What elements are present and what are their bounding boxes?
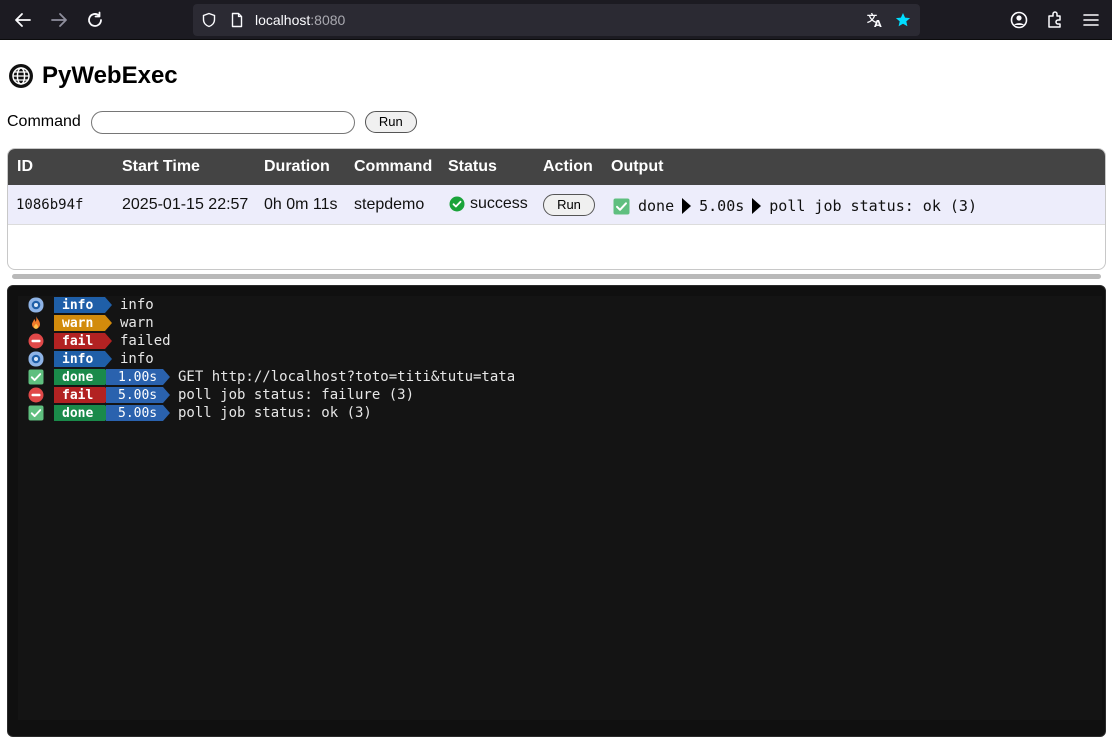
panel-resize-handle[interactable] — [12, 274, 1101, 279]
terminal-line: info info — [28, 296, 154, 314]
job-id: 1086b94f — [16, 197, 84, 213]
check-box-icon — [28, 405, 44, 421]
line-message: info — [120, 351, 154, 367]
terminal-line: done 1.00s GET http://localhost?toto=tit… — [28, 368, 515, 386]
command-label: Command — [7, 113, 81, 130]
fire-icon — [28, 315, 44, 331]
duration-tag: 5.00s — [106, 405, 170, 421]
menu-icon[interactable] — [1081, 10, 1101, 30]
info-icon — [28, 351, 44, 367]
table-header: ID Start Time Duration Command Status Ac… — [8, 149, 1105, 185]
job-status-text: success — [470, 195, 528, 212]
terminal-line: warn warn — [28, 314, 154, 332]
level-tag: info — [54, 297, 112, 313]
column-header-status[interactable]: Status — [448, 158, 497, 176]
check-box-icon — [28, 369, 44, 385]
reload-icon — [88, 11, 102, 27]
page-icon[interactable] — [229, 12, 245, 28]
terminal-output[interactable]: info info warn warn fail failed info inf… — [7, 285, 1106, 737]
command-form: Command Run — [7, 110, 417, 134]
column-header-start-time[interactable]: Start Time — [122, 158, 200, 176]
column-header-command[interactable]: Command — [354, 158, 432, 176]
command-input[interactable] — [90, 110, 355, 134]
level-tag: fail — [54, 387, 112, 403]
job-duration: 0h 0m 11s — [264, 196, 338, 213]
globe-icon — [9, 64, 33, 88]
url-port: :8080 — [310, 12, 346, 28]
line-message: failed — [120, 333, 171, 349]
run-button[interactable]: Run — [364, 111, 417, 133]
job-run-button[interactable]: Run — [543, 194, 595, 216]
url-host: localhost — [255, 12, 311, 28]
no-entry-icon — [28, 333, 44, 349]
translate-icon[interactable]: 文 A — [867, 12, 883, 28]
no-entry-icon — [28, 387, 44, 403]
extensions-icon[interactable] — [1045, 10, 1065, 30]
arrow-left-icon — [15, 13, 31, 27]
terminal-viewport — [18, 296, 1102, 720]
line-message: poll job status: failure (3) — [178, 387, 415, 403]
arrow-separator-icon — [682, 198, 692, 214]
line-message: warn — [120, 315, 154, 331]
job-start-time: 2025-01-15 22:57 — [122, 196, 249, 213]
info-icon — [28, 297, 44, 313]
duration-tag: 1.00s — [106, 369, 170, 385]
account-icon[interactable] — [1009, 10, 1029, 30]
duration-tag: 5.00s — [106, 387, 170, 403]
line-message: GET http://localhost?toto=titi&tutu=tata — [178, 369, 516, 385]
terminal-line: fail 5.00s poll job status: failure (3) — [28, 386, 414, 404]
line-message: poll job status: ok (3) — [178, 405, 372, 421]
shield-icon[interactable] — [201, 12, 217, 28]
column-header-action[interactable]: Action — [543, 158, 593, 176]
reload-button[interactable] — [83, 8, 107, 32]
page-title: PyWebExec — [42, 62, 178, 89]
job-command: stepdemo — [354, 196, 425, 213]
column-header-duration[interactable]: Duration — [264, 158, 330, 176]
column-header-output[interactable]: Output — [611, 158, 663, 176]
arrow-separator-icon — [752, 198, 762, 214]
terminal-line: fail failed — [28, 332, 171, 350]
level-tag: done — [54, 405, 112, 421]
forward-button[interactable] — [47, 8, 71, 32]
column-header-id[interactable]: ID — [17, 158, 33, 176]
output-message: poll job status: ok (3) — [769, 197, 977, 215]
level-tag: info — [54, 351, 112, 367]
output-elapsed: 5.00s — [699, 197, 745, 215]
level-tag: done — [54, 369, 112, 385]
bookmark-star-icon[interactable] — [895, 12, 911, 28]
address-bar[interactable]: localhost:8080 文 A — [193, 4, 920, 36]
level-tag: fail — [54, 333, 112, 349]
job-status: success — [449, 195, 528, 213]
success-check-icon — [449, 196, 465, 212]
level-tag: warn — [54, 315, 112, 331]
check-box-icon — [613, 198, 630, 214]
terminal-line: done 5.00s poll job status: ok (3) — [28, 404, 372, 422]
terminal-line: info info — [28, 350, 154, 368]
job-output: done 5.00s poll job status: ok (3) — [613, 197, 977, 215]
line-message: info — [120, 297, 154, 313]
arrow-right-icon — [51, 13, 67, 27]
jobs-table: ID Start Time Duration Command Status Ac… — [7, 148, 1106, 270]
svg-text:A: A — [874, 19, 882, 28]
url-text[interactable]: localhost:8080 — [255, 12, 345, 28]
back-button[interactable] — [11, 8, 35, 32]
page-header: PyWebExec — [8, 60, 178, 92]
browser-toolbar: localhost:8080 文 A — [0, 0, 1112, 40]
output-state: done — [638, 197, 675, 215]
table-row[interactable]: 1086b94f 2025-01-15 22:57 0h 0m 11s step… — [8, 185, 1105, 225]
